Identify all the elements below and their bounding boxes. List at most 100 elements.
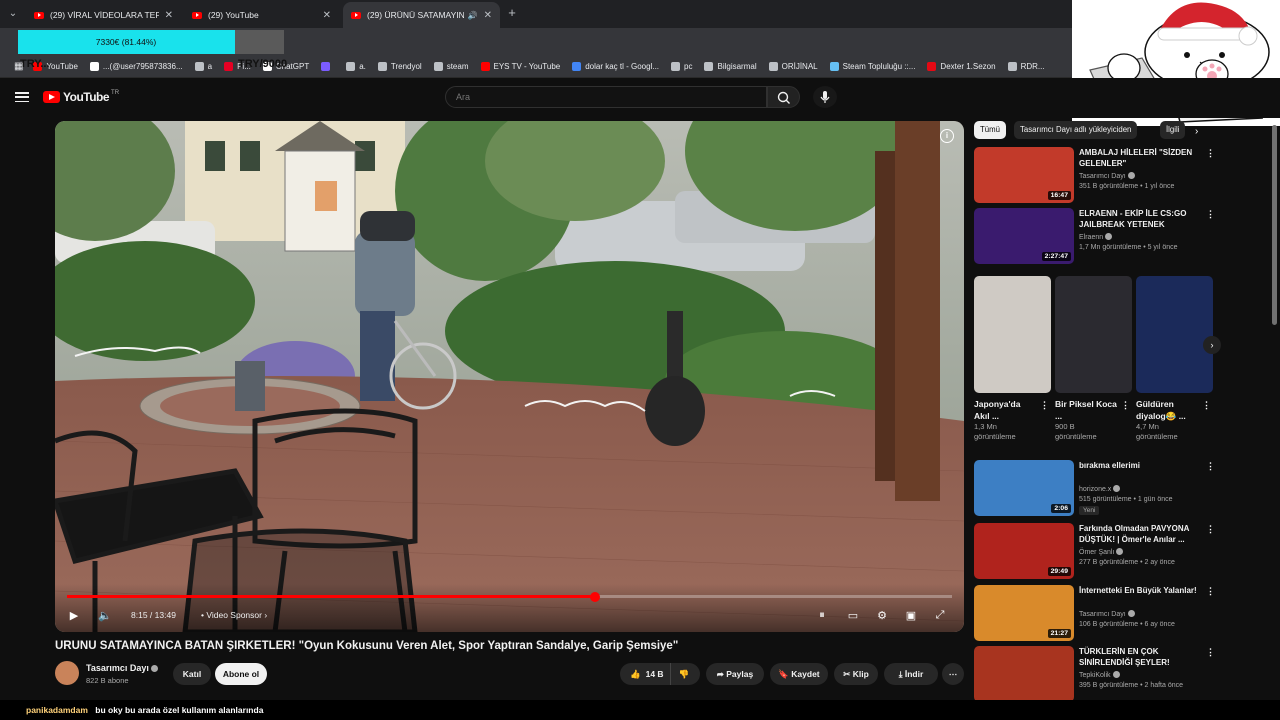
progress-bar[interactable]	[67, 591, 952, 602]
related-video-title[interactable]: İnternetteki En Büyük Yalanlar!	[1079, 585, 1199, 596]
youtube-logo[interactable]: YouTube TR	[43, 90, 119, 104]
more-vertical-icon[interactable]: ⋮	[1202, 400, 1211, 411]
more-vertical-icon[interactable]: ⋮	[1206, 148, 1215, 159]
related-video-item[interactable]: TÜRKLERİN EN ÇOK SİNİRLENDİĞİ ŞEYLER! Tep…	[974, 646, 1215, 702]
related-video-item[interactable]: 21:27 İnternetteki En Büyük Yalanlar! Tasa…	[974, 585, 1215, 641]
short-thumbnail[interactable]	[1055, 276, 1132, 393]
bookmark-item[interactable]: a.	[340, 56, 372, 78]
subtitles-icon[interactable]: ▭	[845, 609, 861, 623]
close-icon[interactable]: ✕	[484, 10, 492, 21]
related-channel[interactable]: Tasarımcı Dayı	[1079, 172, 1135, 180]
channel-name-link[interactable]: Tasarımcı Dayı	[86, 663, 158, 673]
bookmark-item[interactable]: steam	[428, 56, 475, 78]
channel-avatar[interactable]	[55, 661, 79, 685]
bookmark-item[interactable]: RDR...	[1002, 56, 1051, 78]
search-button[interactable]	[767, 86, 800, 108]
save-button[interactable]: 🔖 Kaydet	[770, 663, 828, 685]
more-vertical-icon[interactable]: ⋮	[1040, 400, 1049, 411]
related-video-title[interactable]: TÜRKLERİN EN ÇOK SİNİRLENDİĞİ ŞEYLER!	[1079, 646, 1199, 668]
chip-from-uploader[interactable]: Tasarımcı Dayı adlı yükleyiciden	[1014, 121, 1138, 139]
bookmark-item[interactable]: pc	[665, 56, 698, 78]
short-item[interactable]: Bir Piksel Koca ... 900 B görüntüleme ⋮	[1055, 276, 1132, 442]
subscribe-button[interactable]: Abone ol	[215, 663, 267, 685]
volume-icon[interactable]: 🔈	[97, 609, 113, 623]
related-video-title[interactable]: bırakma ellerimi	[1079, 460, 1199, 471]
bookmark-item[interactable]	[315, 56, 340, 78]
short-title[interactable]: Bir Piksel Koca ...	[1055, 398, 1117, 422]
related-video-title[interactable]: Farkında Olmadan PAVYONA DÜŞTÜK! | Ömer'…	[1079, 523, 1199, 545]
more-vertical-icon[interactable]: ⋮	[1206, 461, 1215, 472]
short-title[interactable]: Japonya'da Akıl ...	[974, 398, 1036, 422]
bookmark-item[interactable]: EYS TV - YouTube	[475, 56, 567, 78]
video-thumbnail[interactable]: 21:27	[974, 585, 1074, 641]
browser-tab-active[interactable]: (29) ÜRÜNÜ SATAMAYINCA 🔊 ✕	[343, 2, 500, 28]
bookmark-item[interactable]: Dexter 1.Sezon	[921, 56, 1001, 78]
related-video-item[interactable]: 16:47 AMBALAJ HİLELERİ "SİZDEN GELENLER" T…	[974, 147, 1215, 203]
more-vertical-icon[interactable]: ⋮	[1206, 209, 1215, 220]
new-tab-button[interactable]: +	[505, 6, 519, 22]
close-icon[interactable]: ✕	[323, 10, 331, 21]
video-player[interactable]: i ▶ 🔈 8:15 / 13:49 • Video Sponsor › ⏸ ▭…	[55, 121, 964, 632]
menu-icon[interactable]	[15, 92, 29, 103]
join-button[interactable]: Katıl	[173, 663, 211, 685]
related-channel[interactable]: Ömer Şanlı	[1079, 548, 1124, 556]
short-thumbnail[interactable]	[974, 276, 1051, 393]
bookmark-item[interactable]: Trendyol	[372, 56, 428, 78]
video-thumbnail[interactable]: 16:47	[974, 147, 1074, 203]
bookmark-item[interactable]: Steam Topluluğu ::...	[824, 56, 922, 78]
search-input[interactable]	[445, 86, 767, 108]
tab-search-icon[interactable]: ⌄	[4, 6, 22, 22]
video-thumbnail[interactable]	[974, 646, 1074, 702]
speaker-icon[interactable]: 🔊	[468, 11, 478, 20]
more-vertical-icon[interactable]: ⋮	[1206, 524, 1215, 535]
scrollbar[interactable]	[1270, 121, 1278, 687]
dislike-button[interactable]: 👎	[669, 663, 689, 685]
video-thumbnail[interactable]: 2:06	[974, 460, 1074, 516]
bookmark-item[interactable]: ORİJİNAL	[763, 56, 824, 78]
related-video-title[interactable]: ELRAENN - EKİP İLE CS:GO JAILBREAK YETEN…	[1079, 208, 1199, 230]
bookmark-item[interactable]: Bilgisarmal	[698, 56, 762, 78]
more-actions-button[interactable]: ⋯	[942, 663, 964, 685]
browser-tab[interactable]: (29) VİRAL VİDEOLARA TEPKİ... ✕	[26, 2, 181, 28]
related-video-title[interactable]: AMBALAJ HİLELERİ "SİZDEN GELENLER"	[1079, 147, 1199, 169]
short-item[interactable]: Japonya'da Akıl ... 1,3 Mn görüntüleme ⋮	[974, 276, 1051, 442]
play-icon[interactable]: ▶	[67, 609, 81, 623]
chip-all[interactable]: Tümü	[974, 121, 1006, 139]
fullscreen-icon[interactable]: ⤢	[933, 609, 947, 623]
related-channel[interactable]: Elraenn	[1079, 233, 1113, 241]
related-channel[interactable]: TepkiKolik	[1079, 671, 1120, 679]
related-channel[interactable]: Tasarımcı Dayı	[1079, 610, 1135, 618]
autoplay-toggle-icon[interactable]: ⏸	[815, 609, 829, 623]
video-thumbnail[interactable]: 2:27:47	[974, 208, 1074, 264]
settings-gear-icon[interactable]: ⚙	[875, 609, 889, 623]
info-icon[interactable]: i	[940, 129, 954, 143]
close-icon[interactable]: ✕	[165, 10, 173, 21]
download-button[interactable]: ⤓ İndir	[884, 663, 938, 685]
shorts-next-button[interactable]: ›	[1203, 336, 1221, 354]
bookmark-item[interactable]: dolar kaç tl - Googl...	[566, 56, 665, 78]
like-button[interactable]: 👍 14 B	[630, 663, 664, 685]
more-vertical-icon[interactable]: ⋮	[1121, 400, 1130, 411]
chip-related[interactable]: İlgili	[1160, 121, 1186, 139]
scrubber-handle[interactable]	[590, 591, 601, 602]
related-video-item[interactable]: 2:27:47 ELRAENN - EKİP İLE CS:GO JAILBREA…	[974, 208, 1215, 264]
short-thumbnail[interactable]	[1136, 276, 1213, 393]
scrollbar-thumb[interactable]	[1272, 125, 1277, 325]
voice-search-button[interactable]	[813, 86, 837, 108]
browser-tab[interactable]: (29) YouTube ✕	[184, 2, 339, 28]
bookmark-item[interactable]: ...(@user795873836...	[84, 56, 189, 78]
chapter-button[interactable]: • Video Sponsor ›	[201, 610, 267, 620]
chevron-right-icon[interactable]: ›	[1195, 126, 1198, 137]
more-vertical-icon[interactable]: ⋮	[1206, 647, 1215, 658]
short-title[interactable]: Güldüren diyalog😂 ...	[1136, 398, 1198, 422]
bookmark-item[interactable]: a	[189, 56, 218, 78]
short-item[interactable]: Güldüren diyalog😂 ... 4,7 Mn görüntüleme ⋮	[1136, 276, 1213, 442]
share-button[interactable]: ➦ Paylaş	[706, 663, 764, 685]
related-channel[interactable]: horizone.x	[1079, 485, 1121, 493]
related-video-item[interactable]: 2:06 bırakma ellerimi horizone.x 515 görünt…	[974, 460, 1215, 516]
clip-button[interactable]: ✂ Klip	[834, 663, 878, 685]
video-thumbnail[interactable]: 29:49	[974, 523, 1074, 579]
theater-mode-icon[interactable]: ▣	[903, 609, 919, 623]
related-video-item[interactable]: 29:49 Farkında Olmadan PAVYONA DÜŞTÜK! | …	[974, 523, 1215, 579]
more-vertical-icon[interactable]: ⋮	[1206, 586, 1215, 597]
